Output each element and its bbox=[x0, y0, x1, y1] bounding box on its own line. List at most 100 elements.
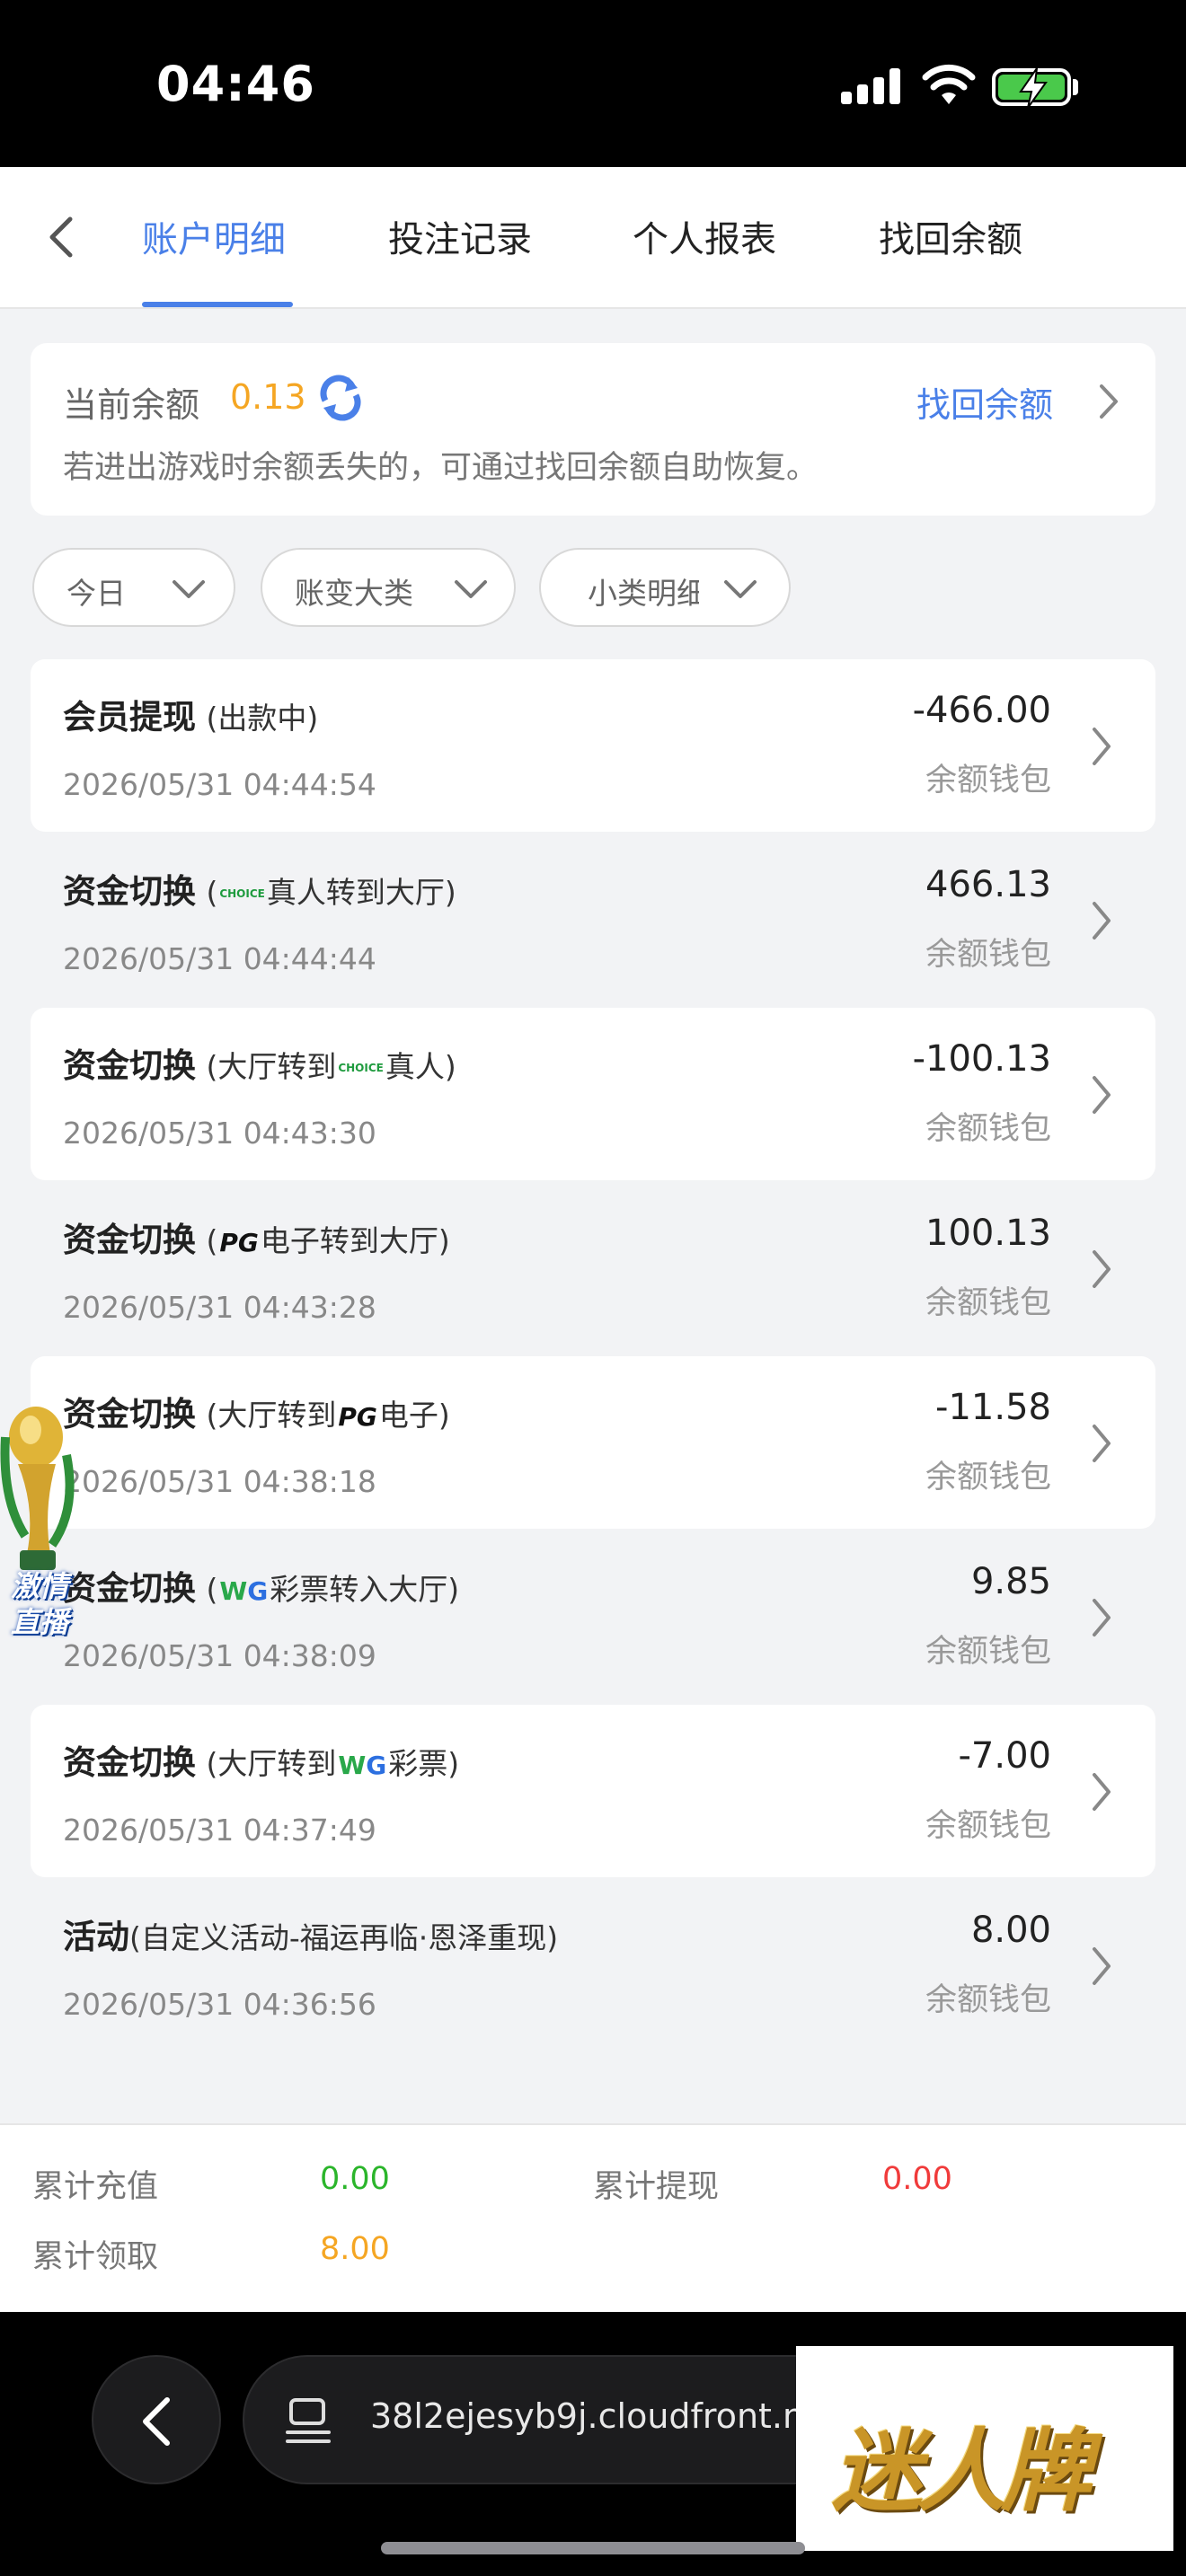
transaction-row[interactable]: 资金切换 (大厅转到PG电子) 2026/05/31 04:38:18 -11.… bbox=[31, 1356, 1155, 1529]
battery-icon bbox=[992, 68, 1071, 108]
row-wallet: 余额钱包 bbox=[925, 1285, 1051, 1321]
row-amount: 9.85 bbox=[970, 1561, 1051, 1602]
row-wallet: 余额钱包 bbox=[925, 1982, 1051, 2018]
wg-logo: WG bbox=[219, 1575, 269, 1606]
cellular-signal-icon bbox=[841, 68, 902, 104]
row-amount: -100.13 bbox=[912, 1038, 1051, 1080]
row-title: 资金切换 (大厅转到WG彩票) bbox=[63, 1743, 460, 1782]
page-menu-icon bbox=[286, 2398, 331, 2443]
row-time: 2026/05/31 04:43:30 bbox=[63, 1116, 376, 1151]
chevron-right-icon[interactable] bbox=[1084, 1942, 1120, 1990]
live-stream-badge[interactable]: 激情 直播 bbox=[0, 1401, 79, 1662]
row-title: 资金切换 (大厅转到 CHOICE真人) bbox=[63, 1046, 456, 1085]
row-wallet: 余额钱包 bbox=[925, 1460, 1051, 1495]
row-amount: 466.13 bbox=[925, 864, 1051, 905]
row-wallet: 余额钱包 bbox=[925, 1808, 1051, 1844]
row-title: 会员提现 (出款中) bbox=[63, 698, 319, 737]
address-url: 38l2ejesyb9j.cloudfront.net bbox=[370, 2396, 839, 2436]
chevron-right-icon[interactable] bbox=[1084, 1419, 1120, 1468]
row-wallet: 余额钱包 bbox=[925, 937, 1051, 973]
chevron-right-icon[interactable] bbox=[1084, 896, 1120, 945]
chevron-right-icon[interactable] bbox=[1084, 1245, 1120, 1293]
total-recharge-value: 0.00 bbox=[320, 2161, 390, 2197]
chevron-down-icon bbox=[455, 580, 487, 598]
back-arrow-icon[interactable] bbox=[36, 210, 90, 264]
row-wallet: 余额钱包 bbox=[925, 1111, 1051, 1147]
tab-retrieve-balance[interactable]: 找回余额 bbox=[879, 210, 1022, 262]
row-amount: 8.00 bbox=[970, 1910, 1051, 1951]
filter-date-label: 今日 bbox=[66, 576, 126, 611]
row-time: 2026/05/31 04:44:44 bbox=[63, 941, 376, 976]
active-tab-indicator bbox=[142, 302, 293, 307]
row-wallet: 余额钱包 bbox=[925, 1634, 1051, 1670]
chevron-down-icon bbox=[173, 580, 205, 598]
chevron-down-icon bbox=[724, 580, 757, 598]
row-title: 资金切换 (PG电子转到大厅) bbox=[63, 1221, 450, 1259]
transaction-row[interactable]: 资金切换 (大厅转到 CHOICE真人) 2026/05/31 04:43:30 … bbox=[31, 1008, 1155, 1180]
filter-category[interactable]: 账变大类 bbox=[261, 548, 516, 627]
row-amount: -7.00 bbox=[958, 1735, 1052, 1777]
battery-tip bbox=[1073, 79, 1078, 95]
transaction-row[interactable]: 资金切换 (大厅转到WG彩票) 2026/05/31 04:37:49 -7.0… bbox=[31, 1705, 1155, 1877]
filter-date[interactable]: 今日 bbox=[32, 548, 235, 627]
browser-toolbar: 38l2ejesyb9j.cloudfront.net 迷人牌 bbox=[0, 2312, 1186, 2576]
trophy-icon bbox=[0, 1407, 75, 1570]
badge-text: 激情 直播 bbox=[10, 1569, 68, 1639]
tab-bet-records[interactable]: 投注记录 bbox=[388, 210, 532, 262]
balance-label: 当前余额 bbox=[63, 385, 200, 425]
row-time: 2026/05/31 04:43:28 bbox=[63, 1290, 376, 1325]
chevron-right-icon[interactable] bbox=[1084, 722, 1120, 771]
choice-logo: CHOICE bbox=[338, 1062, 384, 1074]
transaction-row[interactable]: 活动(自定义活动-福运再临·恩泽重现) 2026/05/31 04:36:56 … bbox=[31, 1879, 1155, 2051]
row-time: 2026/05/31 04:38:09 bbox=[63, 1638, 376, 1673]
chevron-right-icon[interactable] bbox=[1084, 1768, 1120, 1816]
transaction-row[interactable]: 资金切换 (PG电子转到大厅) 2026/05/31 04:43:28 100.… bbox=[31, 1182, 1155, 1354]
transaction-row[interactable]: 资金切换 (CHOICE真人转到大厅) 2026/05/31 04:44:44 … bbox=[31, 834, 1155, 1006]
pg-logo: PG bbox=[338, 1401, 377, 1432]
transaction-row[interactable]: 资金切换 (WG彩票转入大厅) 2026/05/31 04:38:09 9.85… bbox=[31, 1531, 1155, 1703]
row-time: 2026/05/31 04:38:18 bbox=[63, 1464, 376, 1499]
total-claim-label: 累计领取 bbox=[32, 2239, 159, 2275]
chevron-left-icon bbox=[143, 2397, 170, 2446]
choice-logo: CHOICE bbox=[219, 887, 265, 900]
balance-hint: 若进出游戏时余额丢失的，可通过找回余额自助恢复。 bbox=[63, 450, 819, 486]
total-claim-value: 8.00 bbox=[320, 2231, 390, 2267]
status-bar: 04:46 bbox=[0, 0, 1186, 167]
transaction-row[interactable]: 会员提现 (出款中) 2026/05/31 04:44:54 -466.00 余… bbox=[31, 659, 1155, 832]
total-withdraw-label: 累计提现 bbox=[593, 2169, 720, 2205]
wifi-icon bbox=[922, 64, 976, 104]
summary-panel: 累计充值 0.00 累计提现 0.00 累计领取 8.00 bbox=[0, 2123, 1186, 2312]
filter-category-label: 账变大类 bbox=[295, 576, 413, 611]
chevron-right-icon[interactable] bbox=[1091, 379, 1127, 424]
balance-card: 当前余额 0.13 找回余额 若进出游戏时余额丢失的，可通过找回余额自助恢复。 bbox=[31, 343, 1155, 516]
retrieve-balance-link[interactable]: 找回余额 bbox=[916, 377, 1053, 427]
ad-banner[interactable]: 迷人牌 bbox=[796, 2346, 1173, 2551]
browser-back-button[interactable] bbox=[92, 2355, 221, 2484]
chevron-right-icon[interactable] bbox=[1084, 1071, 1120, 1119]
pg-logo: PG bbox=[219, 1227, 259, 1257]
tab-account-details[interactable]: 账户明细 bbox=[142, 210, 286, 262]
balance-value: 0.13 bbox=[230, 377, 306, 417]
top-nav: 账户明细 投注记录 个人报表 找回余额 bbox=[0, 167, 1186, 309]
row-title: 资金切换 (WG彩票转入大厅) bbox=[63, 1569, 460, 1608]
home-indicator bbox=[381, 2542, 805, 2554]
row-title: 活动(自定义活动-福运再临·恩泽重现) bbox=[63, 1918, 559, 1956]
ad-logo-text: 迷人牌 bbox=[832, 2419, 1091, 2524]
total-recharge-label: 累计充值 bbox=[32, 2169, 159, 2205]
chevron-right-icon[interactable] bbox=[1084, 1593, 1120, 1642]
status-time: 04:46 bbox=[156, 56, 315, 112]
row-time: 2026/05/31 04:36:56 bbox=[63, 1987, 376, 2022]
total-withdraw-value: 0.00 bbox=[882, 2161, 952, 2197]
filter-subcategory[interactable]: 小类明细 bbox=[539, 548, 791, 627]
row-title: 资金切换 (大厅转到PG电子) bbox=[63, 1395, 450, 1434]
tab-personal-report[interactable]: 个人报表 bbox=[633, 210, 776, 262]
filter-subcategory-label: 小类明细 bbox=[588, 576, 699, 611]
wg-logo: WG bbox=[338, 1750, 387, 1780]
row-amount: 100.13 bbox=[925, 1213, 1051, 1254]
row-amount: -11.58 bbox=[935, 1387, 1051, 1428]
row-time: 2026/05/31 04:37:49 bbox=[63, 1813, 376, 1848]
refresh-icon[interactable] bbox=[316, 374, 365, 422]
row-time: 2026/05/31 04:44:54 bbox=[63, 767, 376, 802]
row-title: 资金切换 (CHOICE真人转到大厅) bbox=[63, 872, 456, 911]
row-wallet: 余额钱包 bbox=[925, 763, 1051, 798]
